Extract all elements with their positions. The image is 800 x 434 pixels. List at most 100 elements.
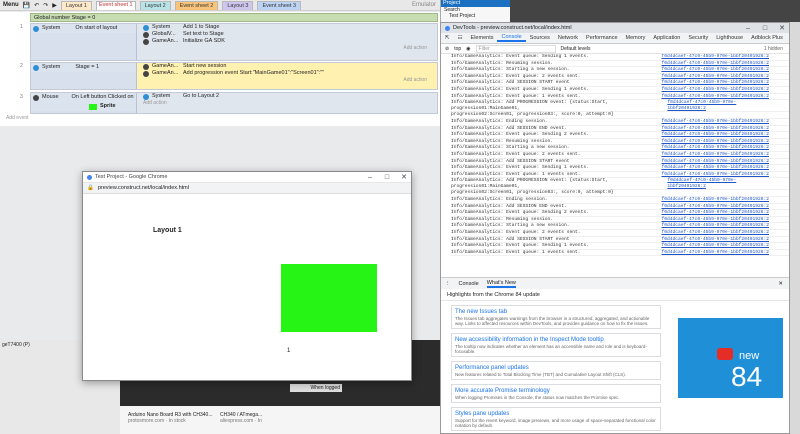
console-source-link[interactable]: f0d4dcaef-47c0-45b9-970e-1bbf20491926:2: [661, 126, 789, 132]
console-source-link[interactable]: f0d4dcaef-47c0-45b9-970e-1bbf20491926:2: [661, 172, 789, 178]
tab-memory[interactable]: Memory: [622, 35, 650, 41]
action-row[interactable]: System Add 1 to Stage: [141, 24, 431, 31]
whats-new-card[interactable]: New accessibility information in the Ins…: [451, 333, 661, 357]
action-row[interactable]: GameAn... Add progression event Start:"Ma…: [141, 70, 431, 77]
search-hint[interactable]: When logged: [290, 384, 342, 392]
console-source-link[interactable]: f0d4dcaef-47c0-45b9-970e-1bbf20491926:2: [661, 67, 789, 73]
console-source-link[interactable]: f0d4dcaef-47c0-45b9-970e-1bbf20491926:2: [661, 210, 789, 216]
preview-addressbar[interactable]: 🔒 preview.construct.net/local/index.html: [83, 183, 411, 194]
tab-elements[interactable]: Elements: [467, 35, 498, 41]
whats-new-card[interactable]: The new Issues tab The Issues tab aggrega…: [451, 305, 661, 329]
event-block-3[interactable]: Mouse On Left button Clicked on Sprite Sy…: [30, 92, 438, 114]
console-source-link[interactable]: f0d4dcaef-47c0-45b9-970e-1bbf20491926:2: [661, 54, 789, 60]
console-source-link[interactable]: f0d4dcaef-47c0-45b9-970e-1bbf20491926:2: [661, 74, 789, 80]
condition[interactable]: System Stage = 1: [31, 63, 136, 72]
console-source-link[interactable]: f0d4dcaef-47c0-45b9-970e-1bbf20491926:2: [661, 139, 789, 145]
clear-console-icon[interactable]: ⊘: [445, 46, 449, 52]
condition[interactable]: System On start of layout: [31, 24, 136, 33]
console-source-link[interactable]: f0d4dcaef-47c0-45b9-970e-1bbf20491926:2: [661, 217, 789, 223]
tab-lighthouse[interactable]: Lighthouse: [712, 35, 747, 41]
levels-dropdown[interactable]: Default levels: [561, 46, 591, 52]
tab-event-sheet-1[interactable]: Event sheet 1: [95, 0, 136, 10]
console-source-link[interactable]: f0d4dcaef-47c0-45b9-970e-1bbf20491926:2: [667, 100, 789, 111]
tab-console[interactable]: Console: [497, 34, 526, 42]
drawer-tab-whats-new[interactable]: What's New: [486, 280, 516, 288]
close-icon[interactable]: ✕: [778, 281, 789, 287]
console-source-link[interactable]: f0d4dcaef-47c0-45b9-970e-1bbf20491926:2: [661, 152, 789, 158]
add-action-link[interactable]: Add action: [141, 45, 431, 52]
console-source-link[interactable]: f0d4dcaef-47c0-45b9-970e-1bbf20491926:2: [661, 119, 789, 125]
whats-new-card[interactable]: Styles pane updates Support for the rever…: [451, 407, 661, 431]
action-row[interactable]: GameAn... Start new session: [141, 63, 431, 70]
console-source-link[interactable]: f0d4dcaef-47c0-45b9-970e-1bbf20491926:2: [661, 237, 789, 243]
close-icon[interactable]: ✕: [775, 24, 789, 32]
add-event-link[interactable]: Add event: [6, 115, 29, 121]
eye-icon[interactable]: ◉: [466, 46, 470, 52]
console-source-link[interactable]: f0d4dcaef-47c0-45b9-970e-1bbf20491926:2: [661, 94, 789, 100]
global-variable[interactable]: Global number Stage = 0: [30, 13, 438, 22]
add-action-link[interactable]: Add action: [141, 100, 431, 107]
console-source-link[interactable]: f0d4dcaef-47c0-45b9-970e-1bbf20491926:2: [661, 132, 789, 138]
drawer-tab-console[interactable]: Console: [459, 281, 479, 287]
event-block-2[interactable]: System Stage = 1 GameAn... Start new sessi…: [30, 62, 438, 90]
close-icon[interactable]: ✕: [397, 173, 411, 181]
card-title[interactable]: New accessibility information in the Ins…: [455, 336, 657, 344]
console-source-link[interactable]: f0d4dcaef-47c0-45b9-970e-1bbf20491926:2: [661, 243, 789, 249]
minimize-icon[interactable]: –: [363, 174, 377, 181]
action-row[interactable]: System Go to Layout 2: [141, 93, 431, 100]
console-source-link[interactable]: f0d4dcaef-47c0-45b9-970e-1bbf20491926:2: [661, 204, 789, 210]
maximize-icon[interactable]: □: [758, 25, 772, 32]
tab-application[interactable]: Application: [649, 35, 684, 41]
maximize-icon[interactable]: □: [380, 174, 394, 181]
device-icon[interactable]: ☷: [454, 35, 467, 41]
console-source-link[interactable]: f0d4dcaef-47c0-45b9-970e-1bbf20491926:2: [661, 250, 789, 256]
action-row[interactable]: GlobalV... Set text to Stage: [141, 31, 431, 38]
undo-icon[interactable]: ↶: [34, 2, 39, 9]
console-source-link[interactable]: f0d4dcaef-47c0-45b9-970e-1bbf20491926:2: [661, 145, 789, 151]
tab-network[interactable]: Network: [554, 35, 582, 41]
preview-url[interactable]: preview.construct.net/local/index.html: [98, 185, 189, 191]
tab-sources[interactable]: Sources: [526, 35, 554, 41]
green-sprite[interactable]: [281, 264, 377, 332]
menu-button[interactable]: Menu: [3, 2, 19, 8]
ad-item[interactable]: CH340 / ATmega... aliexpress.com · In: [220, 412, 262, 424]
console-source-link[interactable]: f0d4dcaef-47c0-45b9-970e-1bbf20491926:2: [661, 80, 789, 86]
condition[interactable]: Mouse On Left button Clicked on: [31, 93, 136, 102]
tab-performance[interactable]: Performance: [582, 35, 622, 41]
console-source-link[interactable]: f0d4dcaef-47c0-45b9-970e-1bbf20491926:2: [661, 87, 789, 93]
event-block-1[interactable]: System On start of layout System Add 1 to …: [30, 23, 438, 61]
minimize-icon[interactable]: –: [741, 25, 755, 32]
console-source-link[interactable]: f0d4dcaef-47c0-45b9-970e-1bbf20491926:2: [661, 61, 789, 67]
video-play-icon[interactable]: [717, 348, 733, 360]
add-action-link[interactable]: Add action: [141, 77, 431, 84]
card-title[interactable]: More accurate Promise terminology: [455, 387, 657, 395]
whats-new-card[interactable]: More accurate Promise terminology When lo…: [451, 384, 661, 403]
tab-event-sheet-2[interactable]: Event sheet 2: [174, 0, 219, 10]
console-source-link[interactable]: f0d4dcaef-47c0-45b9-970e-1bbf20491926:2: [661, 197, 789, 203]
card-title[interactable]: Performance panel updates: [455, 364, 657, 372]
filter-input[interactable]: Filter: [475, 44, 556, 53]
project-item[interactable]: Test Project: [441, 13, 510, 19]
tab-layout-2[interactable]: Layout 2: [139, 0, 171, 10]
console-source-link[interactable]: f0d4dcaef-47c0-45b9-970e-1bbf20491926:2: [661, 159, 789, 165]
tab-event-sheet-3[interactable]: Event sheet 3: [257, 0, 302, 10]
inspect-icon[interactable]: ⇱: [441, 35, 454, 41]
action-row[interactable]: GameAn... Initialize GA SDK: [141, 38, 431, 45]
card-title[interactable]: The new Issues tab: [455, 308, 657, 316]
tab-security[interactable]: Security: [684, 35, 712, 41]
console-source-link[interactable]: f0d4dcaef-47c0-45b9-970e-1bbf20491926:2: [661, 165, 789, 171]
whats-new-card[interactable]: Performance panel updates New features re…: [451, 361, 661, 380]
redo-icon[interactable]: ↷: [43, 2, 48, 9]
play-icon[interactable]: ▶: [52, 2, 57, 9]
console-source-link[interactable]: f0d4dcaef-47c0-45b9-970e-1bbf20491926:2: [667, 178, 789, 189]
console-source-link[interactable]: f0d4dcaef-47c0-45b9-970e-1bbf20491926:2: [661, 223, 789, 229]
ad-item[interactable]: Arduino Nano Board R3 with CH340... proto…: [128, 412, 213, 424]
context-select[interactable]: top: [454, 46, 461, 52]
tab-adblock[interactable]: Adblock Plus: [747, 35, 787, 41]
save-icon[interactable]: 💾: [23, 2, 30, 9]
card-title[interactable]: Styles pane updates: [455, 410, 657, 418]
tab-layout-3[interactable]: Layout 3: [222, 0, 254, 10]
console-source-link[interactable]: f0d4dcaef-47c0-45b9-970e-1bbf20491926:2: [661, 230, 789, 236]
tab-layout-1[interactable]: Layout 1: [60, 0, 92, 10]
drawer-menu-icon[interactable]: ⋮: [445, 281, 451, 287]
